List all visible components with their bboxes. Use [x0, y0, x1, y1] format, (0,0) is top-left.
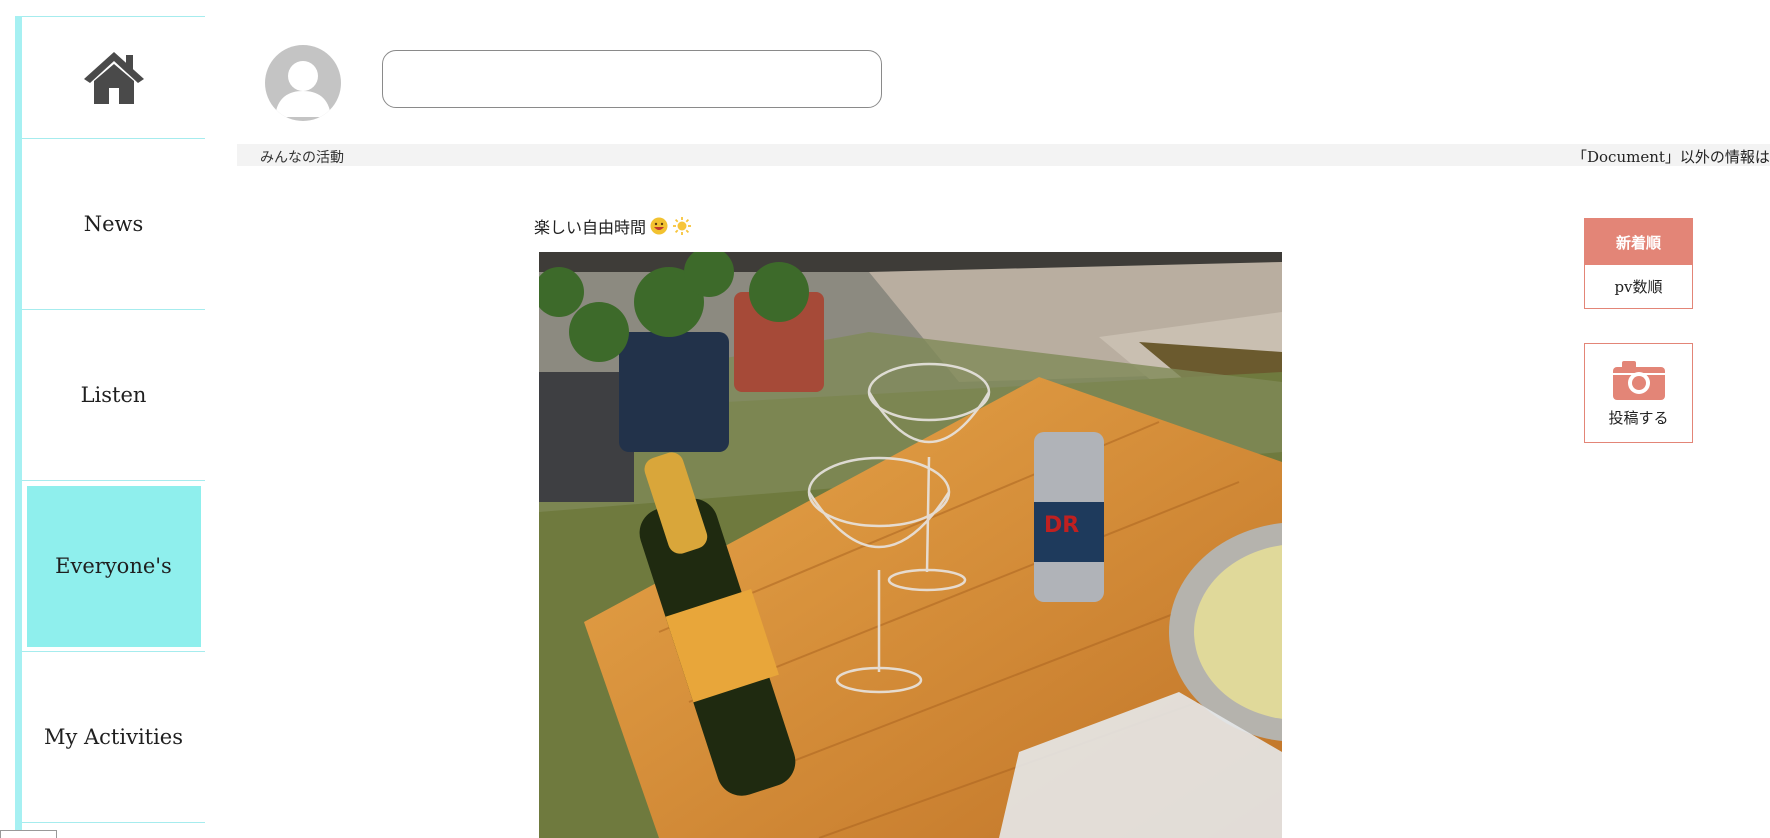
sidebar-item-label: Listen [80, 383, 147, 407]
svg-text:DR: DR [1044, 513, 1079, 538]
sidebar-accent-strip [15, 16, 22, 838]
sidebar-item-everyones[interactable]: Everyone's [22, 480, 205, 651]
sidebar-item-listen[interactable]: Listen [22, 309, 205, 480]
scrollbar-fragment[interactable] [0, 830, 57, 838]
sort-new-button[interactable]: 新着順 [1585, 219, 1692, 265]
sidebar-item-my-activities[interactable]: My Activities [22, 651, 205, 822]
sun-icon [673, 217, 692, 235]
sidebar-item-home[interactable] [22, 16, 205, 138]
grinning-face-icon [650, 217, 668, 235]
breadcrumb: みんなの活動 [260, 150, 344, 166]
sidebar-item-news[interactable]: News [22, 138, 205, 309]
sidebar: News Listen Everyone's My Activities [22, 16, 205, 822]
news-ticker[interactable]: 「Document」以外の情報は [1572, 146, 1770, 166]
camera-icon [1612, 360, 1665, 400]
sidebar-divider [22, 822, 205, 823]
sidebar-item-label: News [83, 212, 144, 236]
info-bar: みんなの活動 「Document」以外の情報は [237, 144, 1770, 166]
avatar[interactable] [265, 45, 341, 121]
search-input[interactable] [382, 50, 882, 108]
sort-pv-button[interactable]: pv数順 [1585, 265, 1692, 307]
post-button-label: 投稿する [1608, 408, 1669, 427]
post-photo[interactable]: DR [539, 252, 1282, 838]
sidebar-item-label: My Activities [43, 725, 184, 749]
post-photo-illustration: DR [539, 252, 1282, 838]
sidebar-item-label: Everyone's [55, 554, 172, 578]
post-button[interactable]: 投稿する [1584, 343, 1693, 443]
home-icon [83, 51, 144, 104]
post-caption-text: 楽しい自由時間 [534, 218, 647, 237]
sort-toggle: 新着順 pv数順 [1584, 218, 1693, 309]
post-caption: 楽しい自由時間 [534, 214, 692, 238]
user-silhouette-icon [275, 61, 331, 117]
